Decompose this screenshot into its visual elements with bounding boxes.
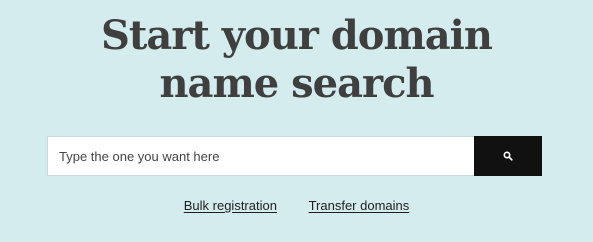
search-icon [503, 151, 513, 161]
headline-line-1: Start your domain [101, 12, 493, 59]
bulk-registration-link[interactable]: Bulk registration [184, 198, 277, 213]
domain-search-hero: Start your domain name search Bulk regis… [0, 0, 593, 242]
page-title: Start your domain name search [0, 12, 593, 108]
domain-search-bar [47, 136, 542, 176]
search-links: Bulk registration Transfer domains [0, 197, 593, 215]
headline-line-2: name search [159, 60, 434, 107]
transfer-domains-link[interactable]: Transfer domains [309, 198, 410, 213]
domain-search-input[interactable] [47, 136, 474, 176]
search-button[interactable] [474, 136, 542, 176]
